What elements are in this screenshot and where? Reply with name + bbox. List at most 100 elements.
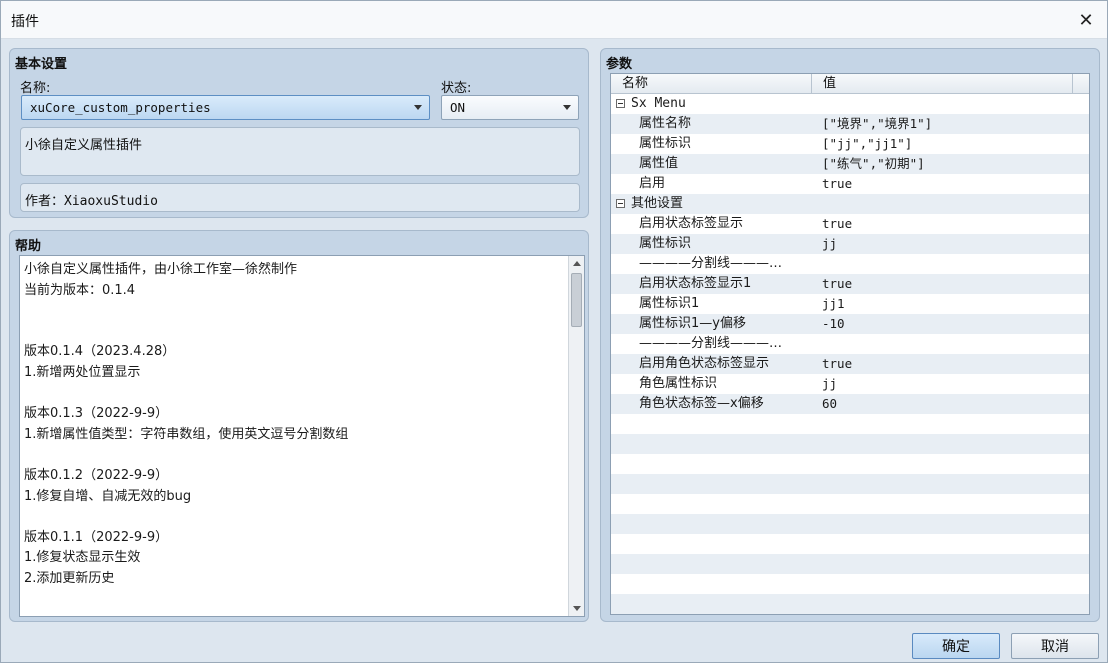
param-group-row[interactable]: Sx Menu [611, 94, 1089, 114]
parameters-title: 参数 [606, 57, 633, 72]
param-row[interactable]: 属性值 ["练气","初期"] [611, 154, 1089, 174]
param-row[interactable]: 属性标识 ["jj","jj1"] [611, 134, 1089, 154]
param-row[interactable]: 启用 true [611, 174, 1089, 194]
window-title: 插件 [11, 14, 39, 30]
chevron-down-icon [414, 105, 422, 110]
param-value: jj1 [822, 296, 845, 311]
column-header-name[interactable]: 名称 [611, 74, 812, 94]
param-value: ["jj","jj1"] [822, 136, 913, 151]
empty-row [611, 414, 1089, 434]
param-name: 属性标识1 [639, 296, 700, 311]
title-bar: 插件 ✕ [1, 1, 1107, 39]
param-value: true [822, 176, 853, 191]
param-row[interactable]: 属性标识 jj [611, 234, 1089, 254]
param-name: 启用 [639, 176, 666, 191]
param-name: 角色属性标识 [639, 376, 718, 391]
chevron-down-icon [563, 105, 571, 110]
help-scrollbar[interactable] [568, 256, 584, 616]
param-row[interactable]: 角色状态标签—x偏移 60 [611, 394, 1089, 414]
help-line [24, 507, 559, 528]
arrow-up-icon [572, 261, 581, 266]
cancel-button[interactable]: 取消 [1011, 633, 1099, 659]
scroll-up-button[interactable] [569, 256, 584, 271]
parameters-group: 参数 名称 值 Sx Menu 属性名称 ["境界","境界1"] 属性标识 ["jj"… [600, 48, 1100, 622]
table-header: 名称 值 [611, 74, 1089, 94]
help-line: 版本0.1.4（2023.4.28） [24, 344, 176, 360]
param-group-row[interactable]: 其他设置 [611, 194, 1089, 214]
empty-row [611, 534, 1089, 554]
author-field[interactable]: 作者：XiaoxuStudio [20, 183, 580, 212]
help-line: 版本0.1.3（2022-9-9） [24, 406, 169, 422]
param-name: 属性标识1—y偏移 [639, 316, 746, 331]
plugin-dialog: 插件 ✕ 基本设置 名称: 状态: xuCore_custom_properti… [0, 0, 1108, 663]
param-value: true [822, 356, 853, 371]
basic-settings-group: 基本设置 名称: 状态: xuCore_custom_properties ON… [9, 48, 589, 218]
param-row[interactable]: 属性标识1—y偏移 -10 [611, 314, 1089, 334]
empty-row [611, 434, 1089, 454]
help-line [24, 445, 559, 466]
param-name: 属性标识 [639, 236, 692, 251]
param-name: 启用角色状态标签显示 [639, 356, 770, 371]
basic-settings-title: 基本设置 [15, 57, 68, 72]
scroll-down-button[interactable] [569, 601, 584, 616]
param-value: -10 [822, 316, 845, 331]
empty-row [611, 574, 1089, 594]
param-row[interactable]: ————分割线———… [611, 254, 1089, 274]
ok-button[interactable]: 确定 [912, 633, 1000, 659]
param-value: ["练气","初期"] [822, 156, 925, 171]
help-line: 1.新增属性值类型：字符串数组，使用英文逗号分割数组 [24, 426, 349, 442]
param-value: ["境界","境界1"] [822, 116, 933, 131]
plugin-name-select[interactable]: xuCore_custom_properties [21, 95, 430, 120]
param-row[interactable]: 启用状态标签显示1 true [611, 274, 1089, 294]
param-name: 属性名称 [639, 116, 692, 131]
help-line: 当前为版本：0.1.4 [24, 282, 136, 298]
param-value [822, 334, 1082, 354]
param-value: true [822, 276, 853, 291]
param-name: ————分割线———… [639, 336, 783, 351]
param-value [822, 194, 1082, 214]
param-name: ————分割线———… [639, 256, 783, 271]
table-body: Sx Menu 属性名称 ["境界","境界1"] 属性标识 ["jj","jj1"] 属… [611, 94, 1089, 614]
help-line: 版本0.1.2（2022-9-9） [24, 467, 169, 483]
param-row[interactable]: 启用状态标签显示 true [611, 214, 1089, 234]
help-line: 版本0.1.1（2022-9-9） [24, 529, 169, 545]
help-textarea[interactable]: 小徐自定义属性插件，由小徐工作室—徐然制作 当前为版本：0.1.4 版本0.1.4（… [19, 255, 585, 617]
param-row[interactable]: 属性标识1 jj1 [611, 294, 1089, 314]
help-line [24, 384, 559, 405]
param-name: 启用状态标签显示 [639, 216, 744, 231]
empty-row [611, 454, 1089, 474]
param-value: jj [822, 236, 838, 251]
empty-row [611, 554, 1089, 574]
status-select[interactable]: ON [441, 95, 579, 120]
param-value: jj [822, 376, 838, 391]
column-header-value[interactable]: 值 [812, 74, 1073, 94]
help-content: 小徐自定义属性插件，由小徐工作室—徐然制作 当前为版本：0.1.4 版本0.1.4（… [24, 260, 559, 590]
close-button[interactable]: ✕ [1073, 7, 1099, 33]
empty-row [611, 514, 1089, 534]
param-name: 属性值 [639, 156, 679, 171]
param-row[interactable]: 角色属性标识 jj [611, 374, 1089, 394]
description-field[interactable]: 小徐自定义属性插件 [20, 127, 580, 176]
collapse-icon[interactable] [616, 99, 625, 108]
param-name: 角色状态标签—x偏移 [639, 396, 764, 411]
help-line: 1.修复状态显示生效 [24, 550, 141, 566]
empty-row [611, 594, 1089, 614]
help-line [24, 322, 559, 343]
collapse-icon[interactable] [616, 199, 625, 208]
param-value: 60 [822, 396, 838, 411]
param-row[interactable]: 属性名称 ["境界","境界1"] [611, 114, 1089, 134]
param-row[interactable]: ————分割线———… [611, 334, 1089, 354]
help-line: 小徐自定义属性插件，由小徐工作室—徐然制作 [24, 262, 298, 277]
param-value [822, 254, 1082, 274]
param-name: 其他设置 [631, 196, 684, 211]
description-text: 小徐自定义属性插件 [25, 138, 143, 153]
help-line: 2.添加更新历史 [24, 570, 115, 586]
status-label: 状态: [441, 81, 472, 96]
param-value: true [822, 216, 853, 231]
scroll-thumb[interactable] [571, 273, 582, 327]
empty-row [611, 474, 1089, 494]
param-name: Sx Menu [631, 96, 686, 111]
param-row[interactable]: 启用角色状态标签显示 true [611, 354, 1089, 374]
name-label: 名称: [20, 81, 51, 96]
help-line: 1.修复自增、自减无效的bug [24, 488, 192, 504]
